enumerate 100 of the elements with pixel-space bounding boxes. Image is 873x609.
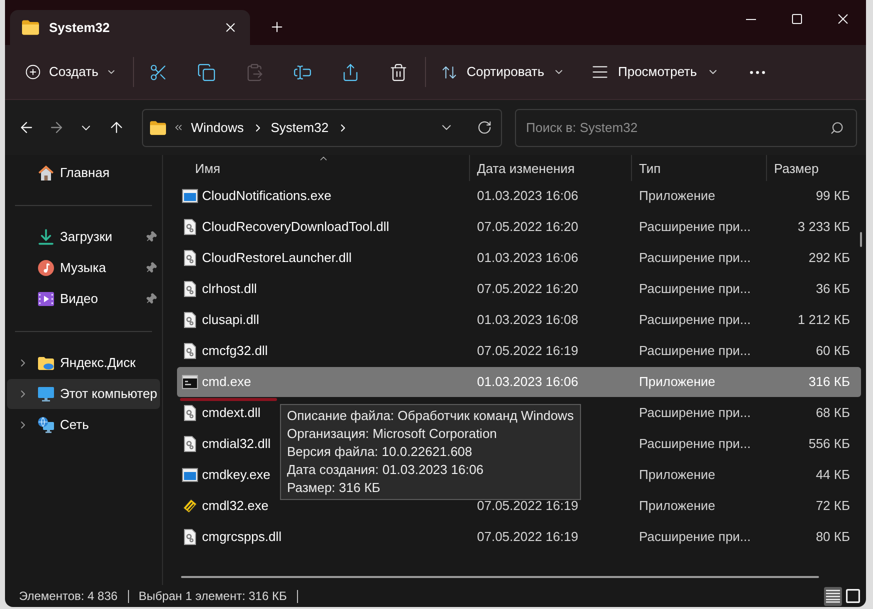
file-name[interactable]: cmdl32.exe [202,496,268,516]
sidebar-item[interactable]: Загрузки [7,222,160,252]
download-icon [38,229,54,245]
file-name[interactable]: cmgrcspps.dll [202,527,282,547]
file-name[interactable]: clusapi.dll [202,310,260,330]
file-type: Приложение [639,188,716,204]
document-gear-icon [182,281,198,297]
scrollbar-thumb[interactable] [181,576,819,578]
modified-date: 07.05.2022 16:19 [477,343,578,358]
folder-icon [150,120,166,134]
house-icon [38,165,54,181]
sidebar-item[interactable]: Музыка [7,253,160,283]
plus-icon [269,19,285,35]
tooltip-line: Дата создания: 01.03.2023 16:06 [287,461,485,479]
document-gear-icon [182,436,198,452]
file-type: Приложение [639,467,716,482]
sidebar-item[interactable]: Этот компьютер [7,379,160,409]
copy-icon [196,62,216,82]
modified-date: 01.03.2023 16:06 [477,250,578,266]
file-size: 60 КБ [816,342,850,360]
file-size: 316 КБ [808,373,850,392]
chevrons-left-icon[interactable] [173,122,184,133]
file-type: Приложение [639,374,716,390]
column-header[interactable]: Размер [766,155,861,181]
file-type: Расширение при... [639,250,751,266]
scrollbar-thumb[interactable] [860,232,862,247]
close-icon[interactable] [223,20,238,35]
file-size: 292 КБ [808,249,850,268]
file-size: 1 212 КБ [798,311,850,330]
file-name[interactable]: cmdext.dll [202,403,261,423]
file-name[interactable]: cmcfg32.dll [202,341,268,361]
sidebar-item[interactable]: Сеть [7,410,160,440]
modified-date: 01.03.2023 16:08 [477,312,578,328]
create-button[interactable]: Создать [17,54,125,90]
modified-date: 01.03.2023 16:06 [477,374,578,390]
file-size: 36 КБ [816,280,850,298]
address-bar[interactable]: Windows System32 [142,108,502,146]
modified-date: 01.03.2023 16:06 [477,188,578,204]
sort-arrows-icon [441,64,458,80]
file-name[interactable]: cmdial32.dll [202,434,271,454]
document-gear-icon [182,529,198,545]
film-icon [38,291,54,307]
file-name[interactable]: CloudRestoreLauncher.dll [202,248,352,268]
close-icon [838,14,848,24]
music-note-icon [38,260,54,276]
square-icon [846,589,860,603]
column-header[interactable]: Тип [631,155,766,181]
large-icons-view-button[interactable] [844,586,862,606]
cloud-folder-icon [38,355,54,371]
modified-date: 07.05.2022 16:19 [477,498,578,514]
modified-date: 07.05.2022 16:19 [477,529,578,544]
file-size: 99 КБ [816,187,850,206]
sidebar-item[interactable]: Главная [7,158,160,188]
file-name[interactable]: clrhost.dll [202,279,257,299]
document-gear-icon [182,405,198,421]
details-view-button[interactable] [824,586,842,606]
file-type: Расширение при... [639,436,751,452]
tab[interactable]: System32 [10,10,250,45]
app-window-icon [182,467,198,483]
list-lines-icon [826,589,840,603]
refresh-icon[interactable] [477,120,492,135]
document-gear-icon [182,343,198,359]
file-size: 80 КБ [816,528,850,546]
file-type: Приложение [639,498,716,514]
file-type: Расширение при... [639,312,751,328]
breadcrumb[interactable]: Windows [188,114,247,140]
document-gear-icon [182,219,198,235]
monitor-icon [38,386,54,402]
modified-date: 07.05.2022 16:20 [477,219,578,234]
view-button[interactable]: Просмотреть [583,54,727,90]
search-icon [830,120,844,134]
file-size: 44 КБ [816,466,850,484]
lines-icon [591,63,609,81]
file-name[interactable]: cmd.exe [202,372,252,392]
column-header[interactable]: Дата изменения [469,155,631,181]
more-icon [750,70,764,74]
plus-circle-icon [25,63,41,81]
document-gear-icon [182,312,198,328]
tooltip-line: Организация: Microsoft Corporation [287,425,498,443]
share-icon [340,62,360,82]
sidebar-item[interactable]: Видео [7,284,160,314]
file-name[interactable]: CloudNotifications.exe [202,186,332,206]
sort-button[interactable]: Сортировать [433,54,573,90]
search-field[interactable]: Поиск в: System32 [515,108,857,146]
app-window-icon [182,188,198,204]
clipboard-icon [244,62,264,82]
sidebar-item[interactable]: Яндекс.Диск [7,348,160,378]
rename-icon [292,62,312,82]
scissors-icon [148,62,168,82]
file-name[interactable]: cmdkey.exe [202,465,270,485]
file-type: Расширение при... [639,219,751,234]
breadcrumb[interactable]: System32 [268,114,332,140]
trash-icon [388,62,408,82]
column-header[interactable]: Имя [177,155,469,181]
file-name[interactable]: CloudRecoveryDownloadTool.dll [202,217,390,237]
network-icon [38,417,54,433]
file-size: 72 КБ [816,497,850,516]
file-size: 556 КБ [808,435,850,454]
maximize-icon [792,14,802,24]
item-count: Элементов: 4 836 [19,588,118,605]
